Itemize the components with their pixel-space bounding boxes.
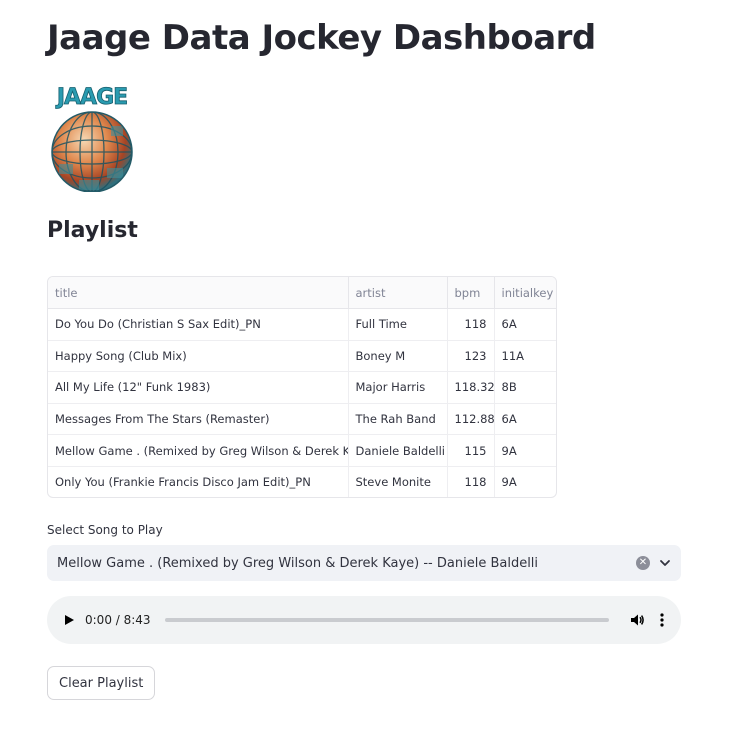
clear-playlist-button[interactable]: Clear Playlist: [47, 666, 156, 700]
cell-bpm[interactable]: 118: [447, 466, 495, 497]
cell-title[interactable]: All My Life (12" Funk 1983): [48, 371, 349, 404]
cell-initialkey[interactable]: 11A: [494, 340, 556, 373]
svg-text:JAAGE: JAAGE: [55, 85, 127, 110]
cell-title[interactable]: Happy Song (Club Mix): [48, 340, 349, 373]
column-header-bpm[interactable]: bpm: [447, 277, 495, 309]
cell-bpm[interactable]: 118.32: [447, 371, 495, 404]
table-row[interactable]: All My Life (12" Funk 1983) Major Harris…: [48, 371, 556, 404]
playlist-heading: Playlist: [47, 218, 138, 243]
more-options-icon[interactable]: [659, 612, 665, 628]
cell-artist[interactable]: The Rah Band: [348, 403, 448, 436]
playback-time: 0:00 / 8:43: [85, 613, 151, 627]
column-header-initialkey[interactable]: initialkey: [494, 277, 556, 309]
volume-icon[interactable]: [629, 612, 645, 628]
cell-artist[interactable]: Boney M: [348, 340, 448, 373]
column-header-title[interactable]: title: [48, 277, 349, 309]
cell-title[interactable]: Mellow Game . (Remixed by Greg Wilson & …: [48, 434, 349, 467]
audio-player[interactable]: 0:00 / 8:43: [47, 596, 681, 644]
cell-initialkey[interactable]: 9A: [494, 434, 556, 467]
play-icon[interactable]: [63, 613, 77, 627]
clear-selection-icon[interactable]: ✕: [636, 556, 650, 570]
column-header-artist[interactable]: artist: [348, 277, 448, 309]
jaage-logo: JAAGE: [49, 80, 135, 193]
cell-artist[interactable]: Steve Monite: [348, 466, 448, 497]
table-row[interactable]: Mellow Game . (Remixed by Greg Wilson & …: [48, 434, 556, 467]
cell-initialkey[interactable]: 6A: [494, 403, 556, 436]
cell-title[interactable]: Messages From The Stars (Remaster): [48, 403, 349, 436]
cell-artist[interactable]: Daniele Baldelli: [348, 434, 448, 467]
table-row[interactable]: Happy Song (Club Mix) Boney M 123 11A: [48, 340, 556, 373]
cell-artist[interactable]: Major Harris: [348, 371, 448, 404]
page-title: Jaage Data Jockey Dashboard: [47, 18, 596, 58]
playlist-table[interactable]: title artist bpm initialkey Do You Do (C…: [47, 276, 557, 498]
table-row[interactable]: Only You (Frankie Francis Disco Jam Edit…: [48, 466, 556, 497]
song-select-label: Select Song to Play: [47, 523, 163, 537]
cell-bpm[interactable]: 112.88: [447, 403, 495, 436]
table-row[interactable]: Do You Do (Christian S Sax Edit)_PN Full…: [48, 308, 556, 341]
cell-artist[interactable]: Full Time: [348, 308, 448, 341]
cell-initialkey[interactable]: 9A: [494, 466, 556, 497]
chevron-down-icon[interactable]: [659, 557, 671, 569]
table-header-row: title artist bpm initialkey: [48, 277, 556, 309]
cell-bpm[interactable]: 115: [447, 434, 495, 467]
cell-initialkey[interactable]: 8B: [494, 371, 556, 404]
cell-initialkey[interactable]: 6A: [494, 308, 556, 341]
cell-bpm[interactable]: 118: [447, 308, 495, 341]
cell-title[interactable]: Only You (Frankie Francis Disco Jam Edit…: [48, 466, 349, 497]
playback-progress-track[interactable]: [164, 618, 609, 622]
cell-bpm[interactable]: 123: [447, 340, 495, 373]
song-select[interactable]: Mellow Game . (Remixed by Greg Wilson & …: [47, 545, 681, 581]
song-select-value: Mellow Game . (Remixed by Greg Wilson & …: [57, 555, 539, 571]
table-row[interactable]: Messages From The Stars (Remaster) The R…: [48, 403, 556, 436]
cell-title[interactable]: Do You Do (Christian S Sax Edit)_PN: [48, 308, 349, 341]
